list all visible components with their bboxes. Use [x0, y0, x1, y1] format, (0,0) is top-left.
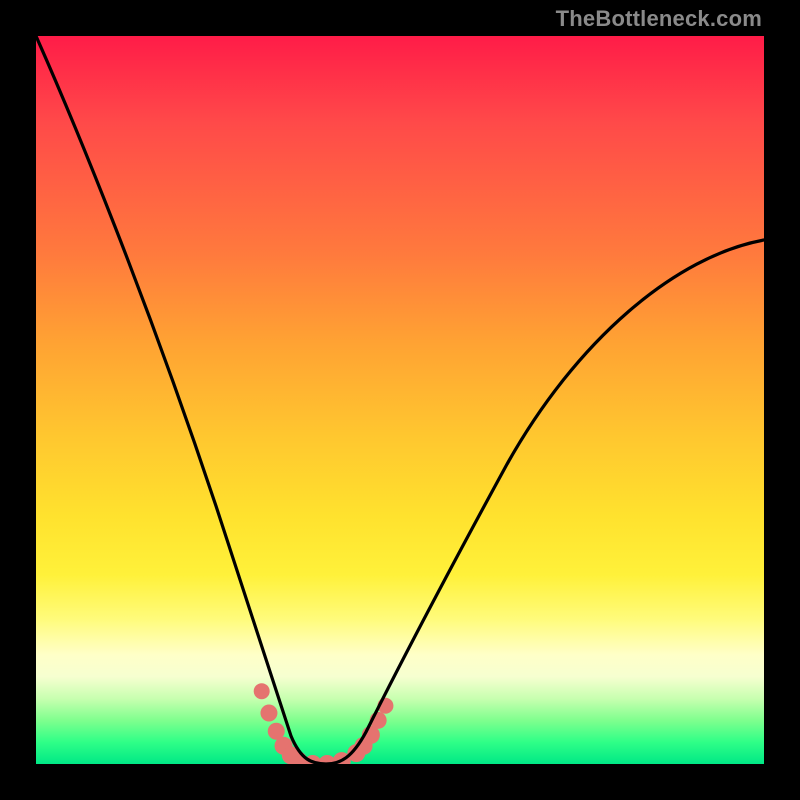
bottleneck-curve — [36, 36, 764, 764]
chart-frame: TheBottleneck.com — [0, 0, 800, 800]
watermark-text: TheBottleneck.com — [556, 6, 762, 32]
plot-area — [36, 36, 764, 764]
